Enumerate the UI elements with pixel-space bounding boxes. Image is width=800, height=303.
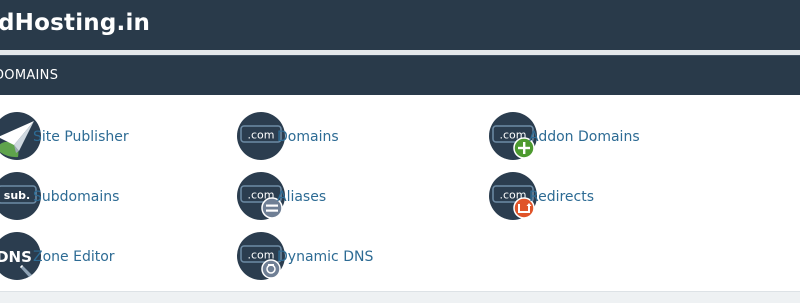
domains-section-body: Site Publisher .com Domains .com Addon D…: [0, 95, 800, 292]
section-title: DOMAINS: [0, 68, 59, 83]
svg-text:.com: .com: [248, 129, 275, 142]
subdomains-label[interactable]: Subdomains: [33, 189, 119, 205]
zone-editor-label[interactable]: Zone Editor: [33, 249, 115, 265]
aliases-label[interactable]: Aliases: [277, 189, 326, 205]
site-publisher-label[interactable]: Site Publisher: [33, 129, 129, 145]
dynamic-dns-label[interactable]: Dynamic DNS: [277, 249, 373, 265]
domains-section-header[interactable]: DOMAINS: [0, 55, 800, 95]
addon-domains-label[interactable]: Addon Domains: [529, 129, 640, 145]
svg-text:DNS: DNS: [0, 248, 32, 266]
top-bar: dHosting.in: [0, 0, 800, 50]
brand-logo-text[interactable]: dHosting.in: [0, 10, 150, 36]
svg-text:sub.: sub.: [4, 189, 30, 202]
domains-label[interactable]: Domains: [277, 129, 339, 145]
redirects-label[interactable]: Redirects: [529, 189, 594, 205]
